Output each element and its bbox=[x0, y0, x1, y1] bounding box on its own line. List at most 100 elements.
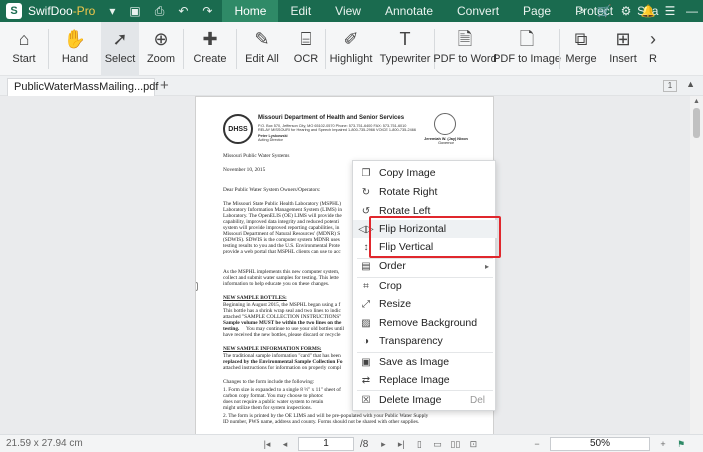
resize-icon: ⤢ bbox=[362, 298, 370, 310]
single-page-view-icon[interactable]: ▯ bbox=[410, 439, 428, 450]
pdf-to-image-button[interactable]: 🗋 PDF to Image bbox=[493, 22, 561, 76]
first-page-icon[interactable]: |◂ bbox=[258, 439, 276, 450]
app-name: SwifDoo-Pro bbox=[28, 4, 96, 18]
menu-item-replace-image[interactable]: ⇄ Replace Image bbox=[353, 371, 497, 389]
image-context-menu: ❐ Copy Image ↻ Rotate Right ↺ Rotate Left ◁… bbox=[352, 160, 497, 411]
zoom-in-icon[interactable]: + bbox=[654, 439, 672, 449]
document-tab[interactable]: PublicWaterMassMailing...pdf * bbox=[7, 78, 158, 110]
tab-convert[interactable]: Convert bbox=[445, 0, 511, 22]
tab-home[interactable]: Home bbox=[222, 0, 279, 22]
create-button[interactable]: ✚ Create bbox=[184, 22, 236, 76]
home-icon: ⌂ bbox=[18, 29, 30, 49]
cart-icon[interactable]: 🛒 bbox=[593, 4, 615, 18]
page-dimensions: 21.59 x 27.94 cm bbox=[6, 438, 83, 449]
scrollbar-thumb[interactable] bbox=[693, 108, 700, 138]
title-bar: S SwifDoo-Pro ▾ ▣ ⎙ ↶ ↷ Home Edit View A… bbox=[0, 0, 703, 22]
selection-handle[interactable] bbox=[196, 282, 198, 291]
zoom-button[interactable]: ⊕ Zoom bbox=[139, 22, 183, 76]
typewriter-icon: T bbox=[399, 29, 411, 49]
trash-icon: ☒ bbox=[361, 394, 371, 406]
submenu-arrow-icon: ▸ bbox=[484, 261, 489, 271]
edit-all-button[interactable]: ✎ Edit All bbox=[237, 22, 287, 76]
transparency-icon: ◑ bbox=[362, 335, 370, 347]
menu-item-remove-background[interactable]: ▨ Remove Background bbox=[353, 314, 497, 332]
rotate-right-icon: ↻ bbox=[361, 186, 371, 198]
notification-icon[interactable]: 🔔 bbox=[637, 4, 659, 18]
zoom-select[interactable]: 50% bbox=[550, 437, 650, 451]
letterhead-title: Missouri Department of Health and Senior… bbox=[258, 115, 405, 121]
redo-icon[interactable]: ↷ bbox=[202, 4, 212, 18]
save-image-icon: ▣ bbox=[361, 356, 371, 368]
page-navigation: |◂ ◂ 1 /8 ▸ ▸| ▯ ▭ ▯▯ ⊡ bbox=[258, 437, 482, 451]
app-logo: S bbox=[6, 3, 22, 19]
menu-item-delete-image[interactable]: ☒ Delete Image Del bbox=[353, 391, 497, 409]
dropdown-chevron-icon[interactable]: ▾ bbox=[109, 4, 115, 18]
titlebar-controls: > 🛒 ⚙ 🔔 ☰ — bbox=[571, 0, 703, 22]
total-pages: /8 bbox=[360, 438, 369, 450]
pdf-to-image-icon: 🗋 bbox=[519, 29, 535, 49]
document-workspace[interactable]: DHSS Missouri Department of Health and S… bbox=[0, 96, 690, 434]
select-button[interactable]: ➚ Select bbox=[101, 22, 139, 76]
start-button[interactable]: ⌂ Start bbox=[0, 22, 48, 76]
more-icon: › bbox=[650, 29, 656, 49]
menu-item-rotate-right[interactable]: ↻ Rotate Right bbox=[353, 183, 497, 201]
feedback-icon[interactable]: ⚑ bbox=[672, 439, 690, 450]
merge-button[interactable]: ⧉ Merge bbox=[560, 22, 602, 76]
rotate-left-icon: ↺ bbox=[361, 205, 371, 217]
insert-button[interactable]: ⊞ Insert bbox=[602, 22, 644, 76]
page-count-indicator: 1 bbox=[663, 80, 677, 92]
minimize-icon[interactable]: — bbox=[681, 4, 703, 18]
highlight-icon: ✐ bbox=[343, 29, 359, 49]
menu-item-copy-image[interactable]: ❐ Copy Image bbox=[353, 164, 497, 182]
menu-item-order[interactable]: ▤ Order ▸ bbox=[353, 257, 497, 275]
edit-icon: ✎ bbox=[254, 29, 270, 49]
undo-icon[interactable]: ↶ bbox=[178, 4, 188, 18]
next-page-icon[interactable]: ▸ bbox=[374, 439, 392, 450]
menu-item-resize[interactable]: ⤢ Resize bbox=[353, 295, 497, 313]
create-icon: ✚ bbox=[202, 29, 218, 49]
menu-item-transparency[interactable]: ◑ Transparency bbox=[353, 332, 497, 350]
menu-item-crop[interactable]: ⌗ Crop bbox=[353, 277, 497, 295]
fit-page-icon[interactable]: ⊡ bbox=[464, 439, 482, 450]
new-tab-plus-icon[interactable]: + bbox=[160, 77, 169, 94]
menu-item-save-as-image[interactable]: ▣ Save as Image bbox=[353, 353, 497, 371]
tab-annotate[interactable]: Annotate bbox=[373, 0, 445, 22]
tab-edit[interactable]: Edit bbox=[278, 0, 323, 22]
pdf-to-word-button[interactable]: 🗎 PDF to Word bbox=[433, 22, 496, 76]
zoom-out-icon[interactable]: − bbox=[528, 439, 546, 449]
remove-background-icon: ▨ bbox=[361, 317, 371, 329]
tab-page[interactable]: Page bbox=[511, 0, 563, 22]
tab-view[interactable]: View bbox=[323, 0, 373, 22]
print-icon[interactable]: ⎙ bbox=[155, 4, 165, 19]
hand-button[interactable]: ✋ Hand bbox=[49, 22, 101, 76]
highlight-annotation-box bbox=[369, 216, 501, 258]
zoom-control: − 50% + ⚑ bbox=[528, 437, 690, 451]
current-page-input[interactable]: 1 bbox=[298, 437, 354, 451]
vertical-scrollbar[interactable]: ▲ bbox=[690, 96, 703, 434]
highlight-button[interactable]: ✐ Highlight bbox=[326, 22, 376, 76]
hand-icon: ✋ bbox=[63, 29, 87, 49]
document-tab-strip: PublicWaterMassMailing...pdf * + 1 ▲ bbox=[0, 76, 703, 110]
ribbon-overflow-button[interactable]: › R bbox=[644, 22, 662, 76]
tabs-more-button[interactable]: > bbox=[571, 4, 593, 18]
settings-icon[interactable]: ⚙ bbox=[615, 4, 637, 18]
ocr-icon: ⌸ bbox=[300, 29, 312, 49]
last-page-icon[interactable]: ▸| bbox=[392, 439, 410, 450]
state-seal-logo bbox=[434, 113, 456, 135]
dhss-seal-logo: DHSS bbox=[223, 114, 253, 144]
cursor-icon: ➚ bbox=[112, 29, 128, 49]
zoom-icon: ⊕ bbox=[153, 29, 169, 49]
insert-icon: ⊞ bbox=[615, 29, 631, 49]
menu-icon[interactable]: ☰ bbox=[659, 4, 681, 18]
prev-page-icon[interactable]: ◂ bbox=[276, 439, 294, 450]
ribbon-toolbar: ⌂ Start ✋ Hand ➚ Select ⊕ Zoom ✚ Create ✎ Edit… bbox=[0, 22, 703, 76]
scroll-up-icon[interactable]: ▲ bbox=[693, 98, 700, 105]
two-page-view-icon[interactable]: ▯▯ bbox=[446, 439, 464, 450]
chevron-up-icon[interactable]: ▲ bbox=[686, 79, 695, 89]
ocr-button[interactable]: ⌸ OCR bbox=[287, 22, 325, 76]
replace-image-icon: ⇄ bbox=[361, 374, 371, 386]
save-icon[interactable]: ▣ bbox=[129, 4, 140, 18]
scroll-view-icon[interactable]: ▭ bbox=[428, 439, 446, 450]
merge-icon: ⧉ bbox=[574, 29, 588, 49]
typewriter-button[interactable]: T Typewriter bbox=[376, 22, 434, 76]
